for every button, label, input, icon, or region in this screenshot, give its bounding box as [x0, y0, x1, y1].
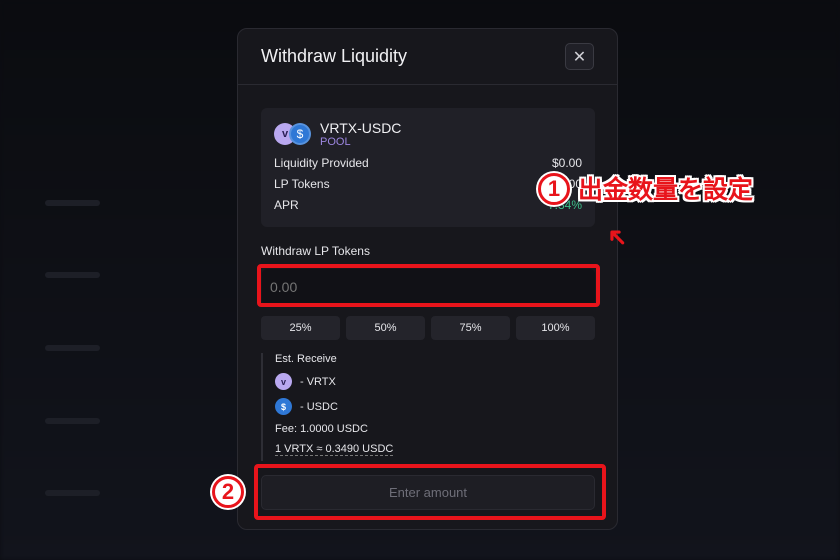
est-vrtx: - VRTX: [300, 375, 336, 388]
pool-name: VRTX-USDC: [320, 120, 402, 136]
bg-row: [45, 272, 100, 278]
highlight-button: [254, 464, 606, 520]
step2-badge: 2: [212, 476, 244, 508]
bg-row: [45, 490, 100, 496]
highlight-input: [257, 264, 600, 307]
pool-card: v $ VRTX-USDC POOL Liquidity Provided $0.00…: [261, 108, 595, 227]
lp-tokens-row: LP Tokens 0.00: [274, 177, 582, 191]
usdc-token-icon: $: [275, 398, 292, 415]
liquidity-provided-row: Liquidity Provided $0.00: [274, 156, 582, 170]
step1-annotation: 出金数量を設定: [578, 176, 754, 204]
usdc-token-icon: $: [289, 123, 311, 145]
pool-type: POOL: [320, 136, 351, 148]
modal-title: Withdraw Liquidity: [261, 46, 408, 66]
est-receive-section: Est. Receive v - VRTX $ - USDC Fee: 1.0000…: [261, 353, 394, 461]
pct-50-button[interactable]: 50%: [346, 316, 425, 340]
bg-row: [45, 345, 100, 351]
withdraw-lp-label: Withdraw LP Tokens: [261, 244, 370, 258]
close-icon[interactable]: ✕: [565, 43, 594, 70]
bg-row: [45, 418, 100, 424]
est-usdc: - USDC: [300, 400, 338, 413]
pct-100-button[interactable]: 100%: [516, 316, 595, 340]
pct-75-button[interactable]: 75%: [431, 316, 510, 340]
fee-text: Fee: 1.0000 USDC: [275, 423, 368, 435]
step1-badge: 1: [538, 173, 570, 205]
pct-25-button[interactable]: 25%: [261, 316, 340, 340]
bg-row: [45, 200, 100, 206]
vrtx-token-icon: v: [275, 373, 292, 390]
apr-row: APR 7.34%: [274, 198, 582, 212]
est-title: Est. Receive: [275, 353, 337, 365]
rate-text: 1 VRTX ≈ 0.3490 USDC: [275, 443, 394, 456]
